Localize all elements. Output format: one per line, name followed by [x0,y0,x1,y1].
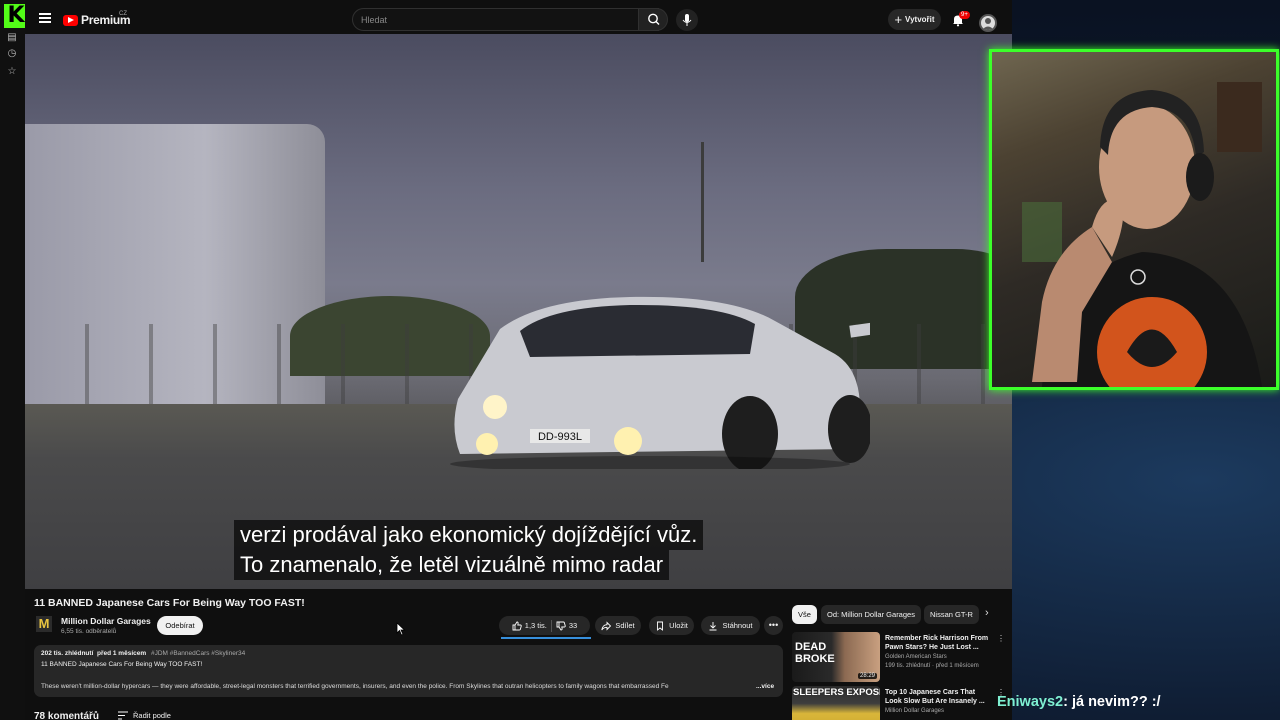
description-meta: 202 tis. zhlédnutí před 1 měsícem #JDM #… [41,650,245,657]
history-icon[interactable]: ◷ [6,48,18,60]
search-box [352,8,659,31]
thumbs-down-icon [556,621,566,630]
recommended-title: Top 10 Japanese Cars That Look Slow But … [885,689,985,705]
star-icon[interactable]: ☆ [6,66,18,78]
country-code: CZ [119,11,127,17]
show-more-link[interactable]: ...více [756,683,774,690]
sort-icon [118,711,128,720]
chat-text: : já nevim?? :/ [1063,694,1161,710]
like-button[interactable]: 1,3 tis. [512,621,547,631]
video-thumbnail[interactable]: DEAD BROKE 28:29 [792,632,880,682]
download-label: Stáhnout [722,621,753,630]
youtube-header: Premium CZ + Vytvořit 9+ [25,5,1012,34]
subscribe-button[interactable]: Odebírat [157,616,203,635]
like-dislike-group: 1,3 tis. 33 [499,616,590,635]
comments-count: 78 komentářů [34,711,100,720]
save-label: Uložit [669,621,688,630]
plus-icon: + [894,12,903,27]
youtube-play-icon [63,14,78,26]
mouse-cursor-icon [396,622,406,636]
chip-all[interactable]: Vše [792,605,817,624]
share-label: Sdílet [615,621,635,630]
chevron-right-icon[interactable]: › [985,607,989,619]
chip-from-channel[interactable]: Od: Million Dollar Garages [821,605,921,624]
license-plate-text: DD-993L [538,431,582,443]
menu-icon[interactable] [39,13,51,23]
car-silhouette: DD-993L [450,296,870,469]
thumbnail-text: SLEEPERS EXPOSED [793,687,880,698]
channel-avatar[interactable]: M [36,616,52,632]
recommended-channel: Golden American Stars [885,654,947,660]
chip-nissan-gtr[interactable]: Nissan GT-R [924,605,979,624]
like-count: 1,3 tis. [524,621,547,630]
create-button[interactable]: + Vytvořit [888,9,941,30]
subtitle-line: To znamenalo, že letěl vizuálně mimo rad… [234,550,670,580]
search-icon [648,13,660,25]
more-horizontal-icon: ••• [768,620,779,630]
kick-sidebar: K ▤ ◷ ☆ [0,0,28,720]
like-progress-bar [501,637,591,639]
dislike-count: 33 [568,621,578,630]
webcam-overlay [989,49,1279,390]
microphone-icon [682,14,692,26]
share-icon [601,620,612,631]
utility-pole [701,142,704,262]
sort-button[interactable]: Řadit podle [118,711,171,720]
streamer-silhouette [1022,82,1262,387]
more-vertical-icon[interactable]: ⋮ [997,634,1005,643]
video-thumbnail[interactable]: SLEEPERS EXPOSED [792,686,880,720]
share-button[interactable]: Sdílet [595,616,641,635]
description-text: These weren't million-dollar hypercars —… [41,683,669,690]
divider [550,619,552,632]
recommended-stats: 199 tis. zhlédnutí · před 1 měsícem [885,663,979,669]
description-title: 11 BANNED Japanese Cars For Being Way TO… [41,661,203,668]
thumbs-up-icon [512,621,522,630]
chat-message: Eniways2: já nevim?? :/ [997,694,1161,710]
video-title: 11 BANNED Japanese Cars For Being Way TO… [34,597,305,609]
more-actions-button[interactable]: ••• [764,616,783,635]
channel-name[interactable]: Million Dollar Garages [61,616,151,626]
dislike-button[interactable]: 33 [556,621,577,631]
bookmark-icon [657,621,664,631]
avatar[interactable] [979,14,997,32]
video-duration: 28:29 [857,673,877,679]
save-button[interactable]: Uložit [649,616,694,635]
video-player[interactable]: DD-993L verzi prodával jako ekonomický d… [25,34,1012,589]
thumbnail-text: DEAD BROKE [795,641,835,665]
download-button[interactable]: Stáhnout [701,616,760,635]
hashtags[interactable]: #JDM #BannedCars #Skyliner34 [151,650,245,657]
view-count: 202 tis. zhlédnutí [41,650,94,657]
youtube-window: Premium CZ + Vytvořit 9+ [25,0,1012,720]
recommended-video[interactable]: SLEEPERS EXPOSED Top 10 Japanese Cars Th… [792,686,1005,720]
voice-search-button[interactable] [676,9,698,31]
chat-username: Eniways2 [997,694,1064,710]
notification-badge: 9+ [959,11,970,19]
recommended-channel: Million Dollar Garages [885,708,945,714]
recommended-video[interactable]: DEAD BROKE 28:29 Remember Rick Harrison … [792,632,1005,682]
following-icon[interactable]: ▤ [6,32,18,44]
subtitle-overlay: verzi prodával jako ekonomický dojíždějí… [234,520,704,580]
create-label: Vytvořit [905,15,935,24]
stream-screen: { "youtube": { "brand": "Premium", "coun… [0,0,1280,720]
recommended-title: Remember Rick Harrison From Pawn Stars? … [885,635,989,651]
sort-label: Řadit podle [133,711,171,720]
search-input[interactable] [361,9,611,30]
download-icon [709,621,717,630]
user-icon [982,18,994,30]
upload-age: před 1 měsícem [97,650,147,657]
subtitle-line: verzi prodával jako ekonomický dojíždějí… [234,520,704,550]
search-button[interactable] [638,8,668,31]
subscriber-count: 6,55 tis. odběratelů [61,628,117,635]
description-box[interactable]: 202 tis. zhlédnutí před 1 měsícem #JDM #… [34,645,783,697]
